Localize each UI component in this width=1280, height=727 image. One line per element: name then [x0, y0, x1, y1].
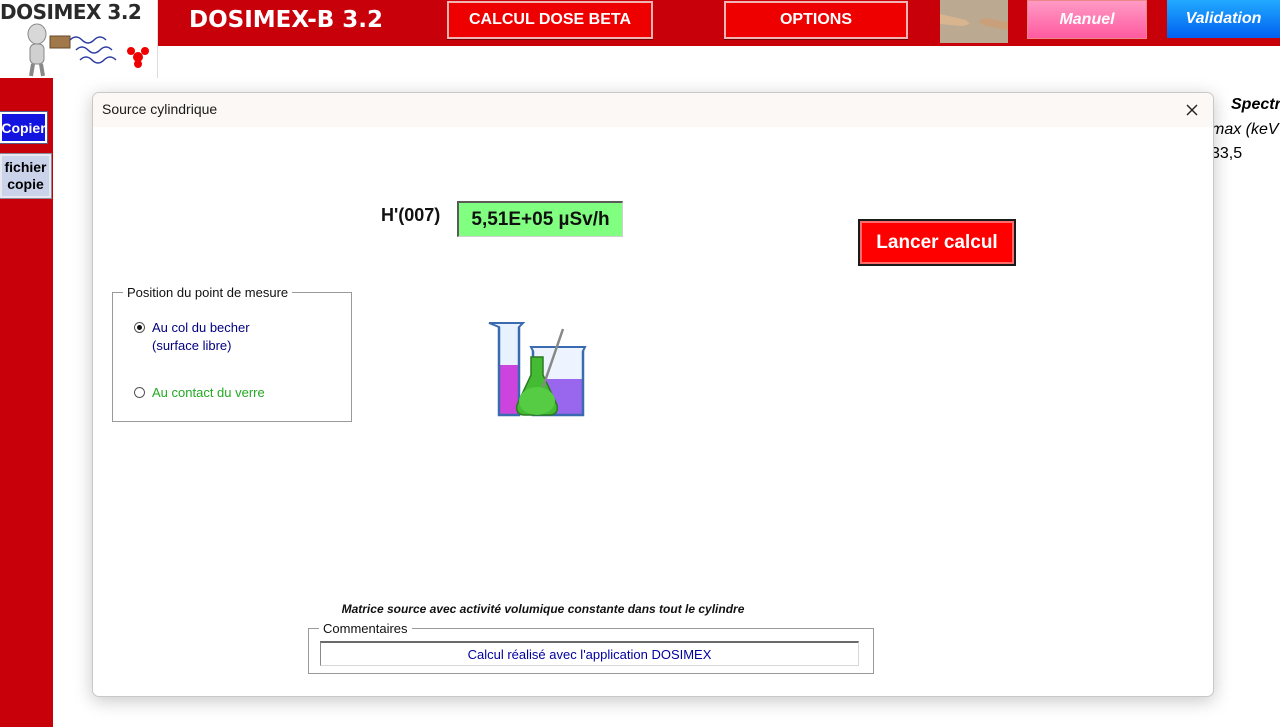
- sheet-emax-value: 33,5: [1211, 145, 1243, 162]
- sheet-emax-label: max (keV: [1211, 121, 1279, 138]
- radio-label-col-becher: Au col du becher (surface libre): [152, 320, 250, 353]
- radio-unchecked-icon[interactable]: [134, 387, 145, 398]
- validation-button[interactable]: Validation: [1167, 0, 1280, 38]
- manuel-button[interactable]: Manuel: [1027, 0, 1147, 39]
- app-logo: DOSIMEX 3.2: [0, 0, 158, 78]
- sheet-spectr-header: Spectr: [1231, 96, 1280, 113]
- fichier-copie-button[interactable]: fichier copie: [0, 153, 52, 199]
- lab-beakers-icon: [488, 322, 587, 417]
- radio-checked-icon[interactable]: [134, 322, 145, 333]
- position-group-legend: Position du point de mesure: [123, 285, 293, 300]
- calcul-dose-beta-button[interactable]: CALCUL DOSE BETA: [447, 1, 653, 39]
- app-title: DOSIMEX-B 3.2: [189, 7, 384, 33]
- source-cylindrique-dialog: Source cylindrique H'(007) 5,51E+05 µSv/…: [92, 92, 1214, 697]
- comments-field[interactable]: Calcul réalisé avec l'application DOSIME…: [320, 641, 859, 666]
- comments-groupbox: Commentaires Calcul réalisé avec l'appli…: [308, 621, 874, 674]
- position-groupbox: Position du point de mesure Au col du be…: [112, 285, 352, 422]
- logo-figure-icon: [27, 23, 149, 77]
- comments-legend: Commentaires: [319, 621, 412, 636]
- options-button[interactable]: OPTIONS: [724, 1, 908, 39]
- lancer-calcul-button[interactable]: Lancer calcul: [858, 219, 1016, 266]
- matrix-caption: Matrice source avec activité volumique c…: [341, 602, 745, 616]
- radio-option-col-becher[interactable]: Au col du becher (surface libre): [134, 319, 250, 355]
- close-icon[interactable]: [1179, 97, 1205, 123]
- dialog-title: Source cylindrique: [102, 101, 218, 117]
- copier-button[interactable]: Copier: [0, 111, 48, 144]
- h007-result-field: 5,51E+05 µSv/h: [457, 201, 623, 237]
- radio-option-contact-verre[interactable]: Au contact du verre: [134, 384, 265, 402]
- fichier-copie-label: fichier copie: [4, 159, 47, 192]
- dialog-titlebar: Source cylindrique: [93, 93, 1213, 127]
- radio-label-contact-verre: Au contact du verre: [152, 385, 265, 400]
- creation-hands-icon[interactable]: [940, 0, 1008, 43]
- h007-label: H'(007): [381, 205, 441, 225]
